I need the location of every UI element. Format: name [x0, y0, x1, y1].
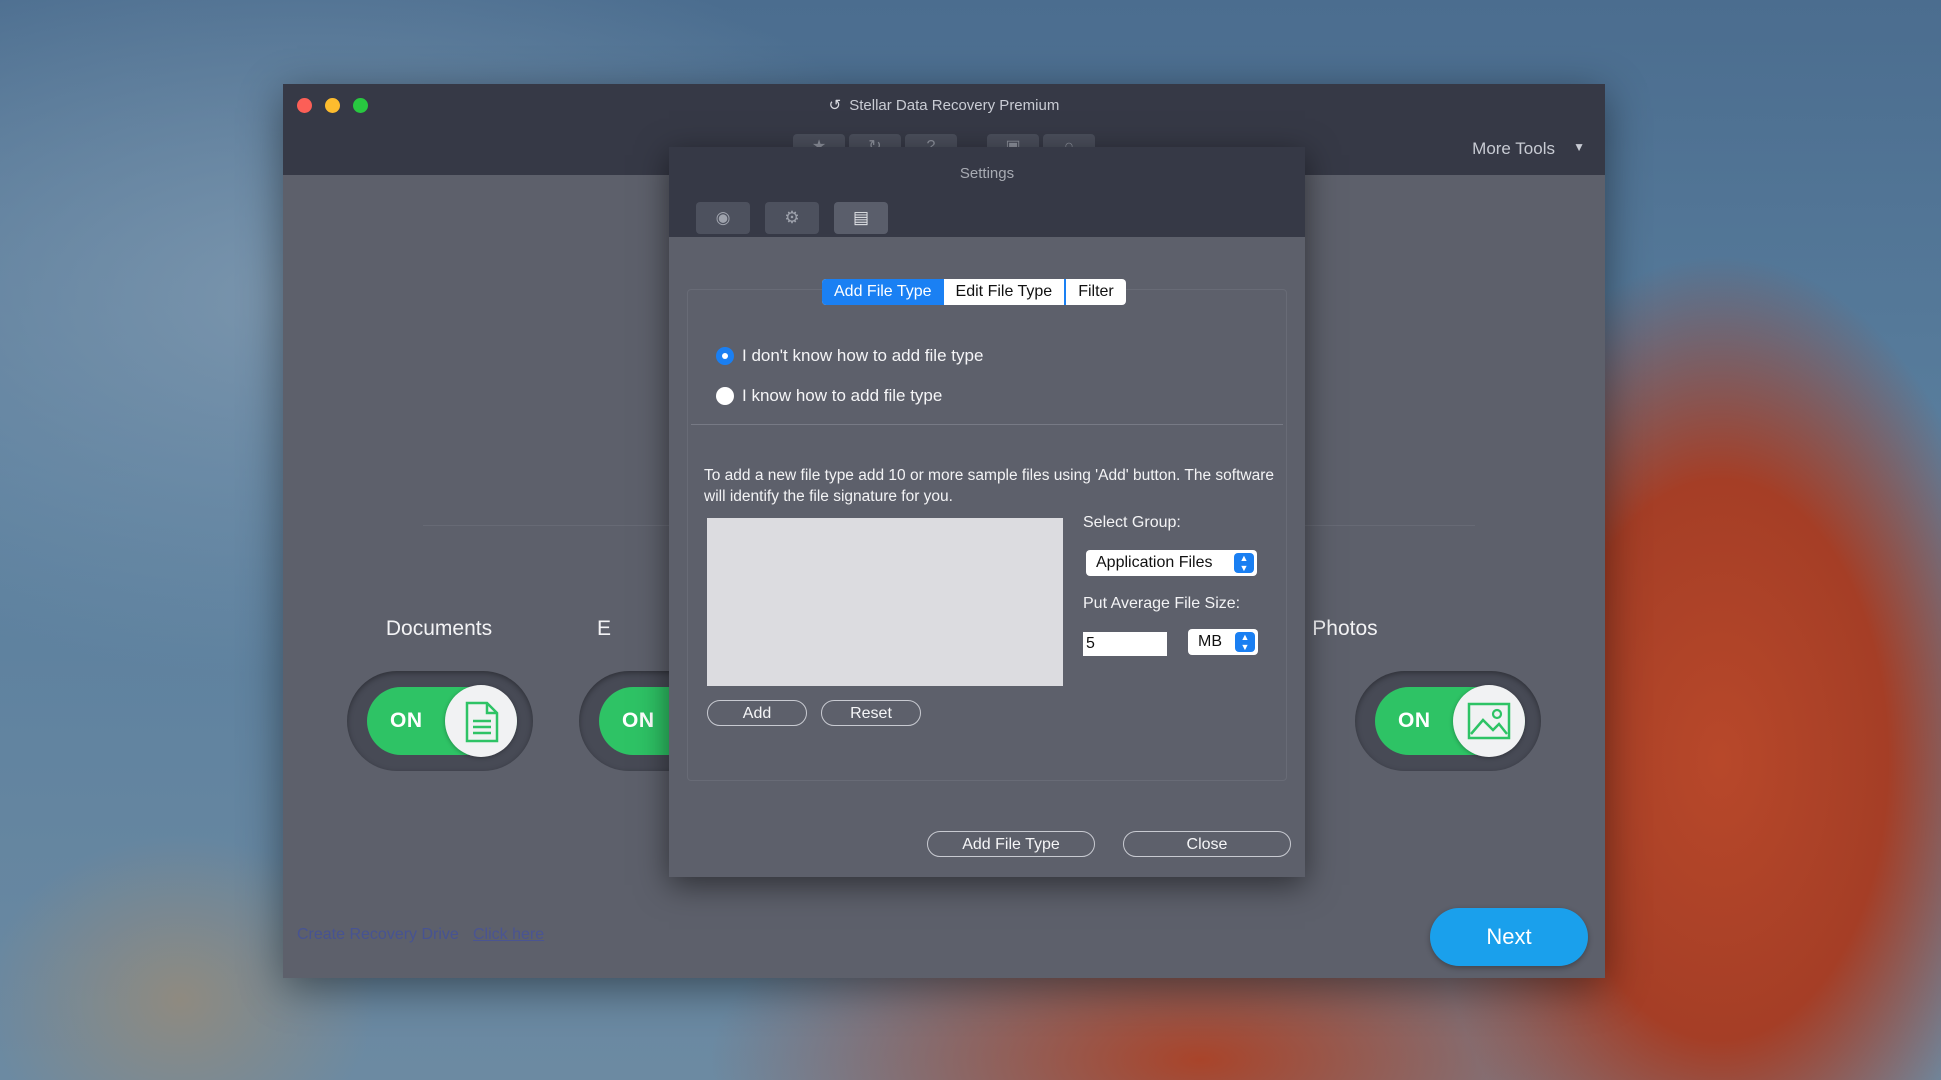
photos-toggle-well: ON — [1355, 671, 1541, 771]
size-unit-dropdown[interactable]: MB ▲ ▼ — [1188, 629, 1258, 655]
window-title: ↺ Stellar Data Recovery Premium — [283, 96, 1605, 114]
close-button[interactable]: Close — [1123, 831, 1291, 857]
photo-icon — [1467, 702, 1511, 740]
toggle-on-label: ON — [1398, 709, 1431, 732]
tab-file-list[interactable]: ▤ — [834, 202, 888, 234]
category-label-emails: E — [596, 617, 611, 640]
segment-filter[interactable]: Filter — [1064, 279, 1126, 305]
select-group-value: Application Files — [1096, 554, 1213, 571]
toggle-on-label: ON — [390, 709, 423, 732]
toggle-knob — [445, 685, 517, 757]
radio-dont-know-label: I don't know how to add file type — [742, 346, 984, 365]
more-tools-menu[interactable]: More Tools — [1472, 139, 1555, 159]
create-recovery-drive-text: Create Recovery Drive — [297, 926, 459, 943]
add-button[interactable]: Add — [707, 700, 807, 726]
documents-toggle[interactable]: ON — [367, 685, 517, 757]
settings-title: Settings — [959, 165, 1015, 182]
tab-advanced[interactable]: ⚙ — [765, 202, 819, 234]
eye-icon: ◉ — [715, 208, 731, 227]
toggle-on-label: ON — [622, 709, 655, 732]
next-button[interactable]: Next — [1430, 908, 1588, 966]
back-arrow-icon: ↺ — [828, 97, 842, 114]
category-label-documents: Documents — [385, 617, 493, 640]
chevron-updown-icon: ▲ ▼ — [1234, 553, 1254, 573]
settings-dialog: Settings ◉ ⚙ ▤ Add File Type Edit File T… — [669, 147, 1305, 877]
gear-icon: ⚙ — [784, 208, 800, 227]
add-file-type-description: To add a new file type add 10 or more sa… — [704, 467, 1274, 505]
avg-file-size-label: Put Average File Size: — [1083, 595, 1241, 612]
window-title-text: Stellar Data Recovery Premium — [849, 97, 1060, 114]
chevron-updown-icon: ▲ ▼ — [1235, 632, 1255, 652]
section-divider — [423, 525, 673, 526]
radio-know[interactable] — [716, 387, 734, 405]
click-here-link[interactable]: Click here — [473, 926, 544, 944]
add-file-type-button[interactable]: Add File Type — [927, 831, 1095, 857]
file-type-segmented-control: Add File Type Edit File Type Filter — [822, 279, 1126, 305]
section-divider — [1305, 525, 1475, 526]
chevron-down-icon[interactable]: ▼ — [1573, 140, 1585, 154]
select-group-label: Select Group: — [1083, 514, 1181, 531]
select-group-dropdown[interactable]: Application Files ▲ ▼ — [1086, 550, 1257, 576]
photos-toggle[interactable]: ON — [1375, 685, 1525, 757]
section-separator — [691, 424, 1283, 425]
radio-dont-know[interactable] — [716, 347, 734, 365]
tab-preview[interactable]: ◉ — [696, 202, 750, 234]
document-icon — [465, 701, 499, 743]
documents-toggle-well: ON — [347, 671, 533, 771]
settings-header: Settings ◉ ⚙ ▤ — [669, 147, 1305, 237]
segment-add-file-type[interactable]: Add File Type — [822, 279, 944, 305]
radio-know-label: I know how to add file type — [742, 386, 943, 405]
avg-file-size-input[interactable] — [1083, 632, 1167, 656]
sample-files-list[interactable] — [707, 518, 1063, 686]
size-unit-value: MB — [1198, 633, 1222, 650]
segment-edit-file-type[interactable]: Edit File Type — [944, 279, 1065, 305]
reset-button[interactable]: Reset — [821, 700, 921, 726]
toggle-knob — [1453, 685, 1525, 757]
file-icon: ▤ — [852, 208, 870, 227]
